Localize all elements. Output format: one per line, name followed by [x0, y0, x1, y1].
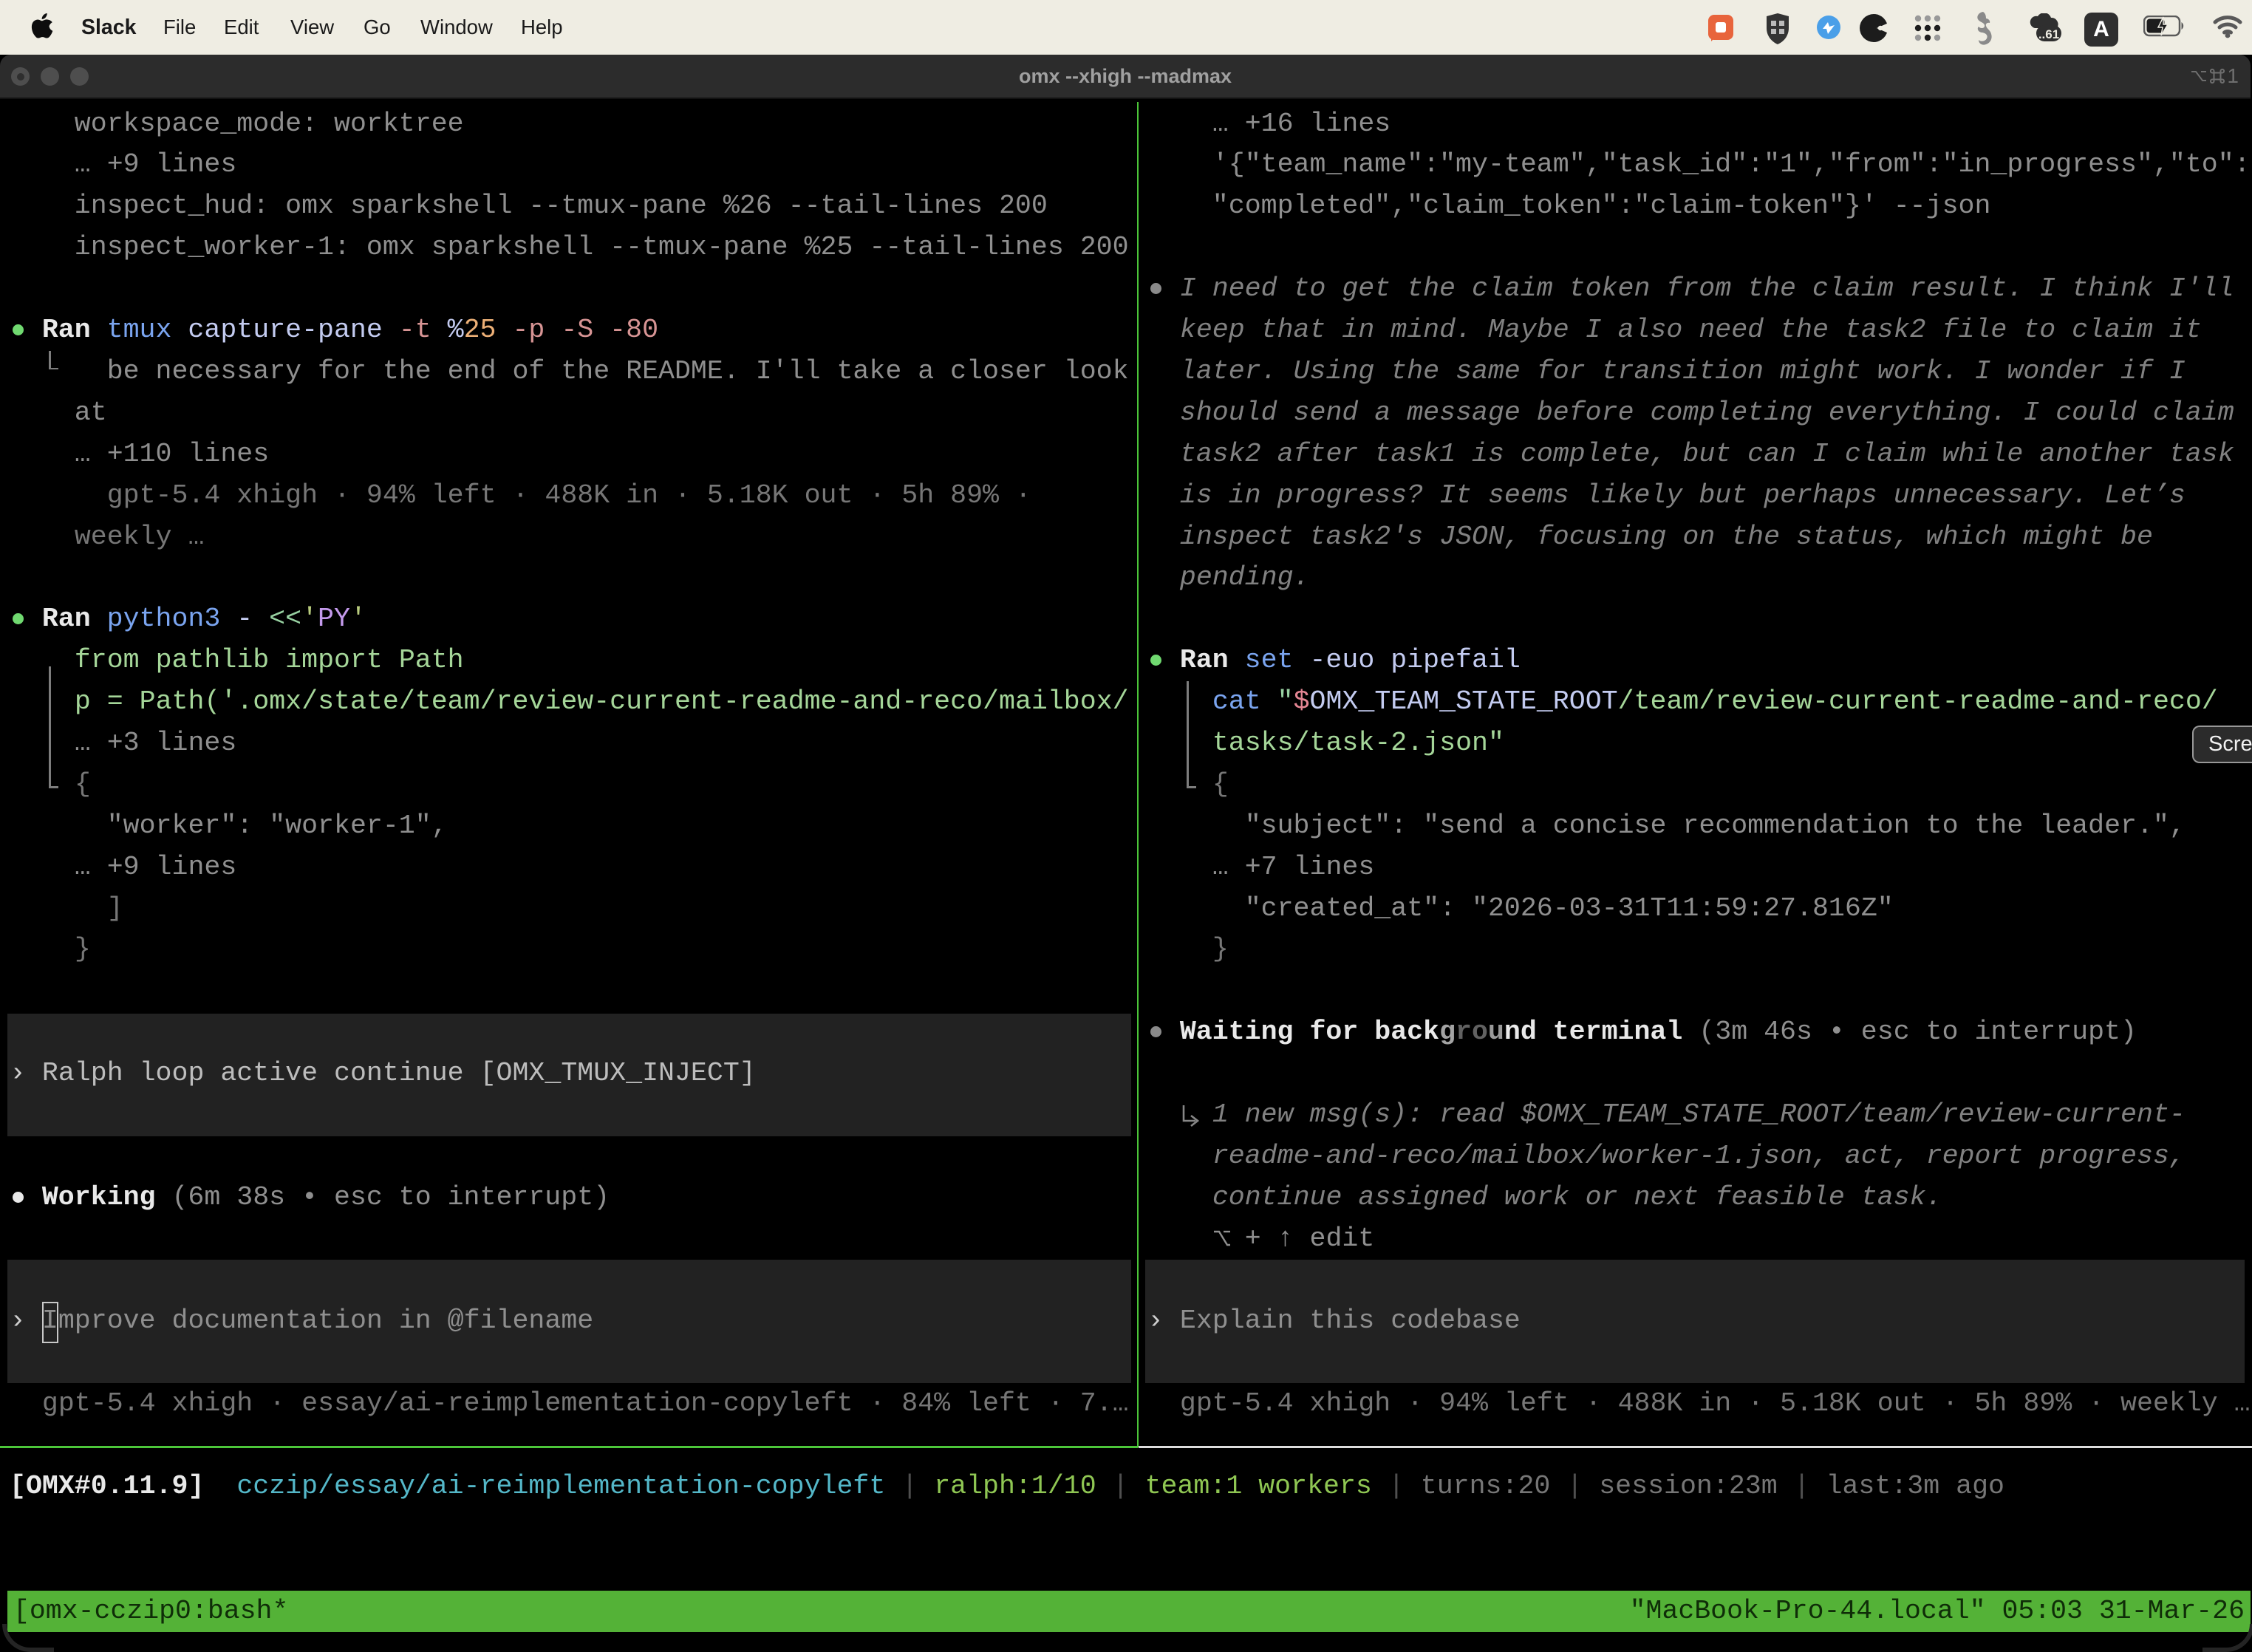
svg-text:..61: ..61 — [2038, 27, 2059, 41]
